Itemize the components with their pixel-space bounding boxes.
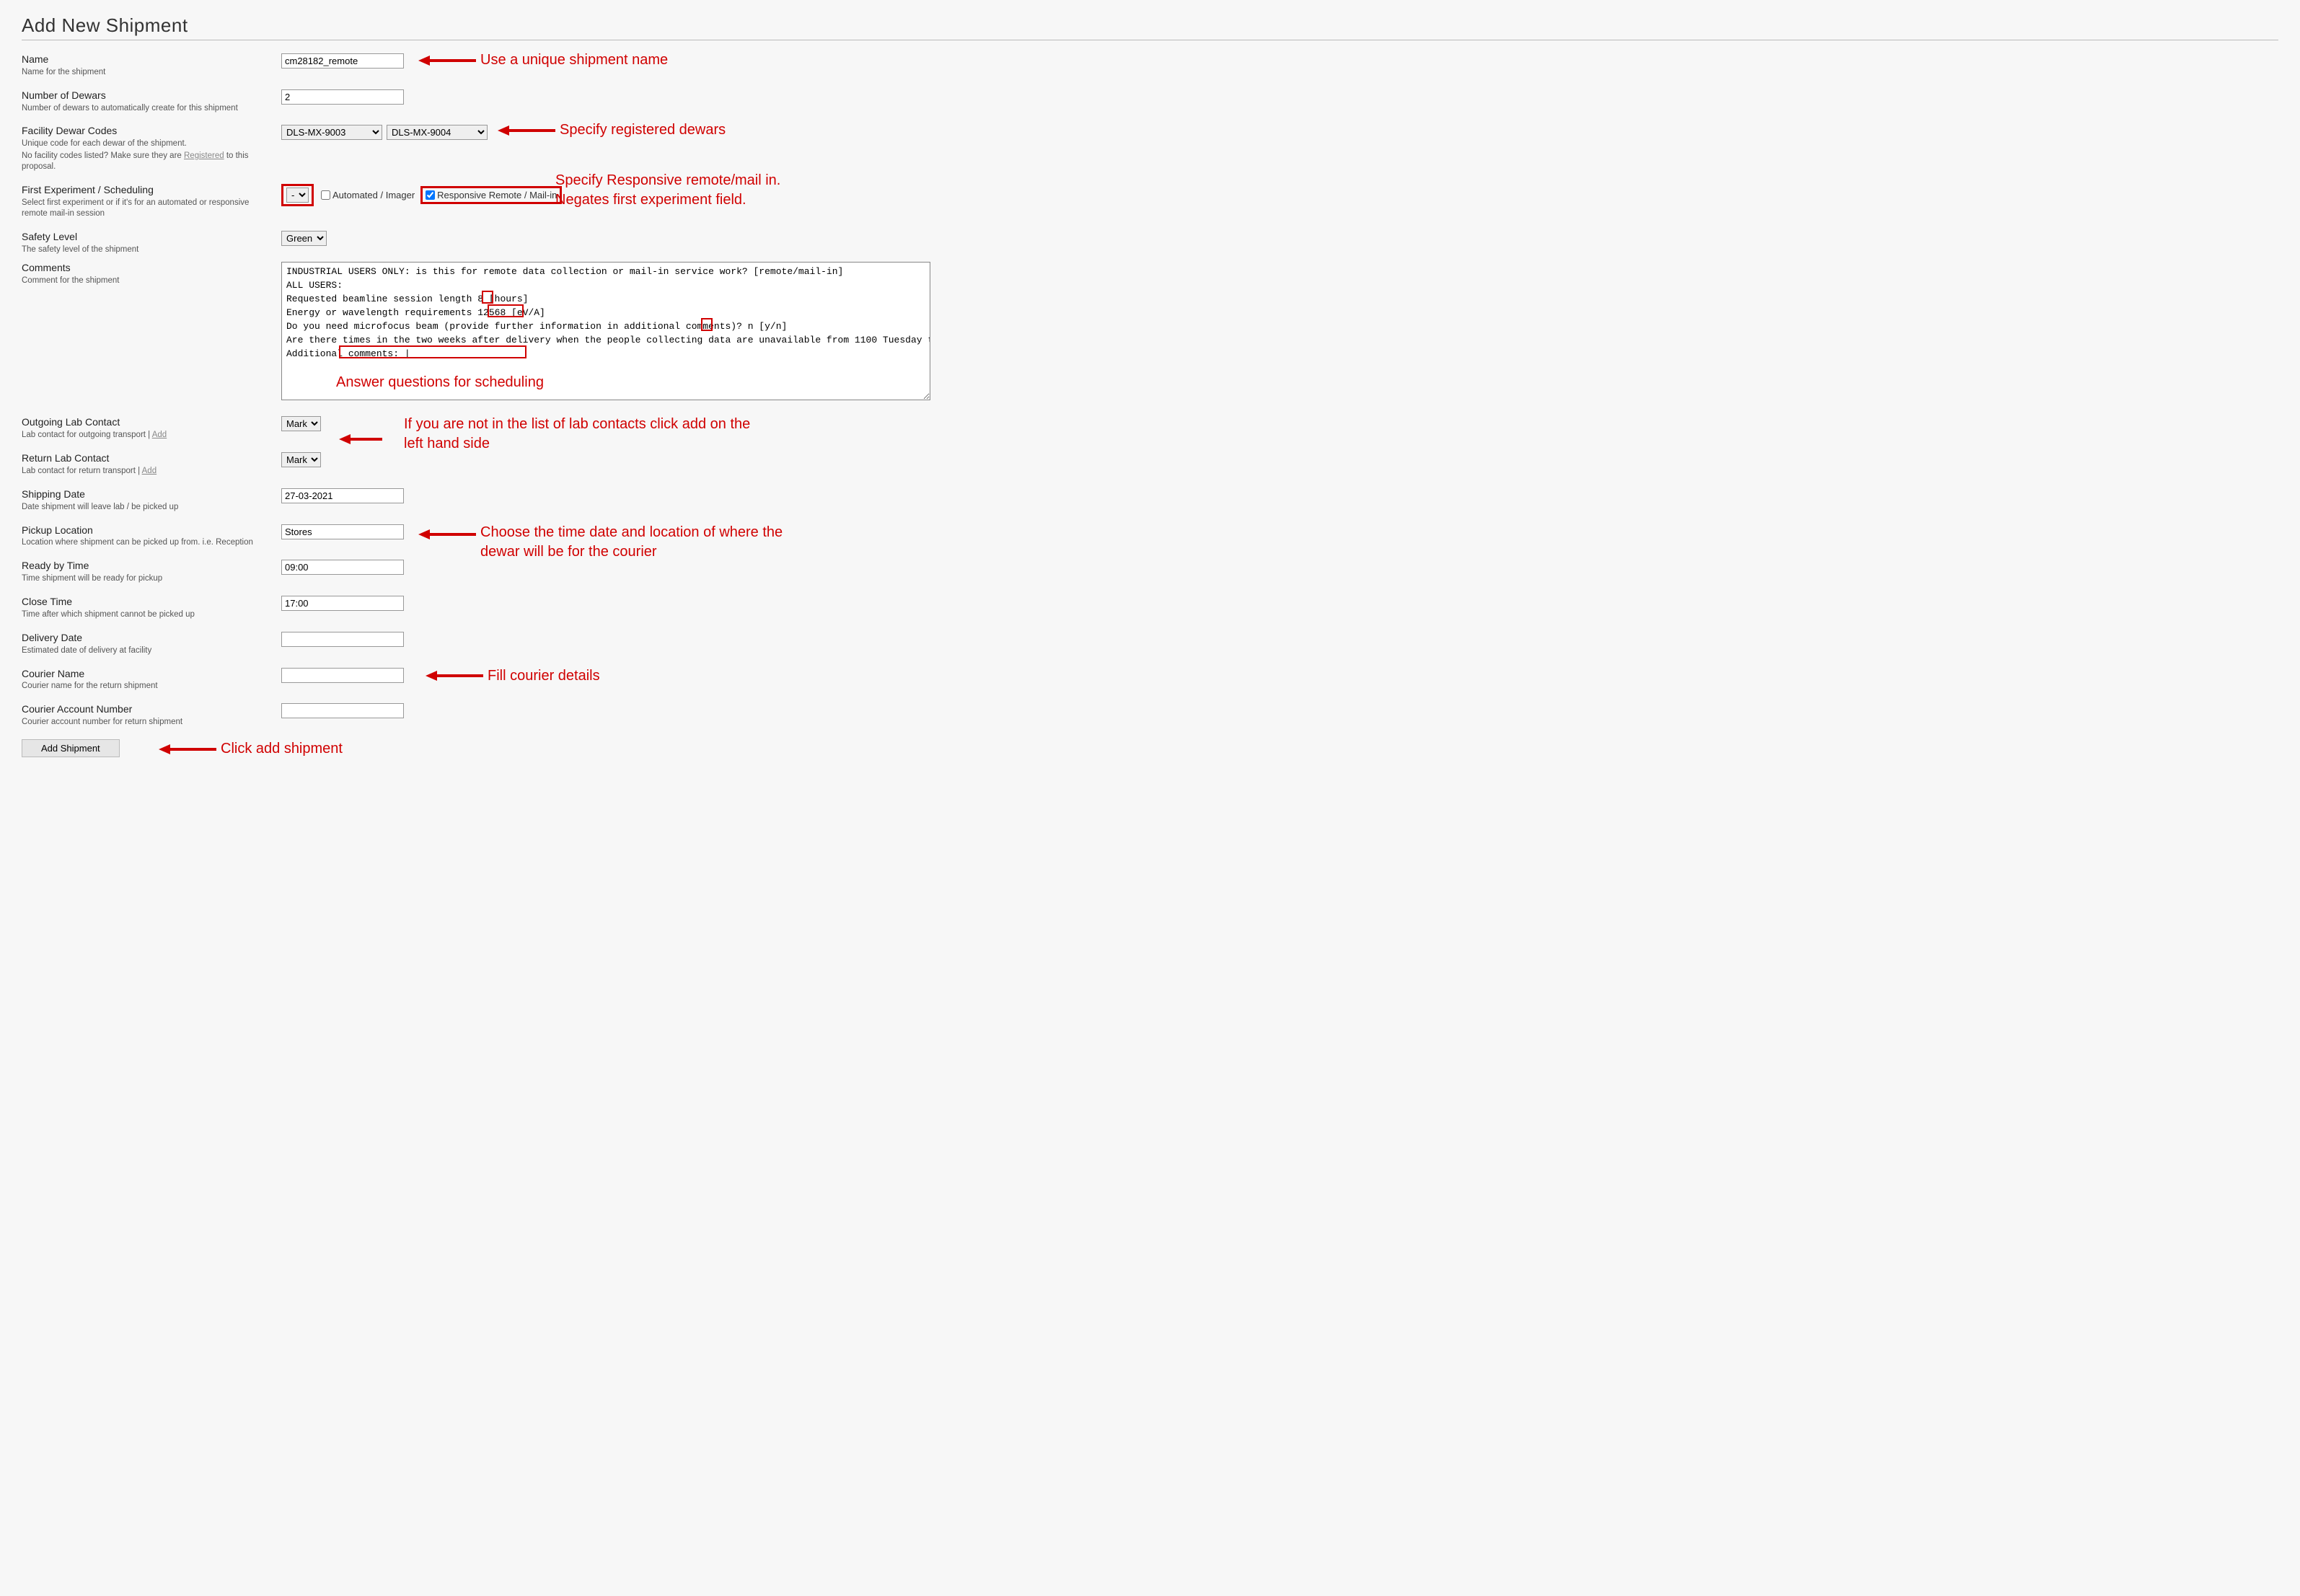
return-contact-hint: Lab contact for return transport | Add bbox=[22, 466, 267, 477]
row-num-dewars: Number of Dewars Number of dewars to aut… bbox=[22, 89, 2278, 114]
num-dewars-label: Number of Dewars bbox=[22, 89, 267, 102]
arrow-icon bbox=[418, 53, 476, 68]
arrow-icon bbox=[339, 432, 382, 446]
annotation-name: Use a unique shipment name bbox=[480, 50, 668, 70]
row-comments: Comments Comment for the shipment INDUST… bbox=[22, 262, 2278, 400]
facility-code-select-2[interactable]: DLS-MX-9004 bbox=[387, 125, 488, 140]
row-shipping-date: Shipping Date Date shipment will leave l… bbox=[22, 488, 2278, 513]
arrow-icon bbox=[159, 742, 216, 757]
shipping-date-hint: Date shipment will leave lab / be picked… bbox=[22, 502, 267, 513]
ready-time-hint: Time shipment will be ready for pickup bbox=[22, 573, 267, 584]
close-time-label: Close Time bbox=[22, 596, 267, 608]
name-label: Name bbox=[22, 53, 267, 66]
annotation-dewars: Specify registered dewars bbox=[560, 120, 726, 140]
annotation-courier: Fill courier details bbox=[488, 666, 600, 686]
row-submit: Add Shipment Click add shipment bbox=[22, 739, 2278, 757]
ready-time-label: Ready by Time bbox=[22, 560, 267, 572]
comments-label: Comments bbox=[22, 262, 267, 274]
arrow-icon bbox=[498, 123, 555, 138]
facility-code-select-1[interactable]: DLS-MX-9003 bbox=[281, 125, 382, 140]
row-delivery-date: Delivery Date Estimated date of delivery… bbox=[22, 632, 2278, 656]
responsive-checkbox[interactable] bbox=[426, 190, 435, 200]
row-safety: Safety Level The safety level of the shi… bbox=[22, 231, 2278, 255]
first-exp-highlight-box: - bbox=[281, 184, 314, 206]
row-facility-codes: Facility Dewar Codes Unique code for eac… bbox=[22, 125, 2278, 172]
responsive-highlight-box: Responsive Remote / Mail-in bbox=[420, 186, 562, 204]
courier-account-input[interactable] bbox=[281, 703, 404, 718]
annotation-submit: Click add shipment bbox=[221, 739, 343, 759]
facility-codes-label: Facility Dewar Codes bbox=[22, 125, 267, 137]
row-ready-time: Ready by Time Time shipment will be read… bbox=[22, 560, 2278, 584]
annotation-pickup: Choose the time date and location of whe… bbox=[480, 523, 812, 562]
num-dewars-hint: Number of dewars to automatically create… bbox=[22, 103, 267, 114]
delivery-date-label: Delivery Date bbox=[22, 632, 267, 644]
registered-link[interactable]: Registered bbox=[184, 151, 224, 160]
first-exp-hint: Select first experiment or if it's for a… bbox=[22, 198, 267, 219]
automated-label: Automated / Imager bbox=[332, 190, 415, 200]
row-courier-name: Courier Name Courier name for the return… bbox=[22, 668, 2278, 692]
pickup-location-input[interactable] bbox=[281, 524, 404, 539]
courier-account-hint: Courier account number for return shipme… bbox=[22, 717, 267, 728]
shipping-date-input[interactable] bbox=[281, 488, 404, 503]
safety-label: Safety Level bbox=[22, 231, 267, 243]
facility-codes-hint-b: No facility codes listed? Make sure they… bbox=[22, 151, 267, 172]
row-pickup-location: Pickup Location Location where shipment … bbox=[22, 524, 2278, 549]
outgoing-contact-hint: Lab contact for outgoing transport | Add bbox=[22, 430, 267, 441]
add-shipment-button[interactable]: Add Shipment bbox=[22, 739, 120, 757]
comments-hint: Comment for the shipment bbox=[22, 275, 267, 286]
return-add-link[interactable]: Add bbox=[142, 467, 157, 475]
name-hint: Name for the shipment bbox=[22, 67, 267, 78]
outgoing-add-link[interactable]: Add bbox=[152, 431, 167, 439]
first-exp-select[interactable]: - bbox=[286, 188, 309, 203]
pickup-location-hint: Location where shipment can be picked up… bbox=[22, 537, 267, 548]
close-time-input[interactable] bbox=[281, 596, 404, 611]
return-contact-label: Return Lab Contact bbox=[22, 452, 267, 464]
outgoing-contact-label: Outgoing Lab Contact bbox=[22, 416, 267, 428]
page-title: Add New Shipment bbox=[22, 14, 2278, 37]
delivery-date-hint: Estimated date of delivery at facility bbox=[22, 645, 267, 656]
shipping-date-label: Shipping Date bbox=[22, 488, 267, 501]
facility-codes-hint-a: Unique code for each dewar of the shipme… bbox=[22, 138, 267, 149]
close-time-hint: Time after which shipment cannot be pick… bbox=[22, 609, 267, 620]
row-outgoing-contact: Outgoing Lab Contact Lab contact for out… bbox=[22, 416, 2278, 441]
courier-name-input[interactable] bbox=[281, 668, 404, 683]
name-input[interactable] bbox=[281, 53, 404, 69]
automated-checkbox[interactable] bbox=[321, 190, 330, 200]
safety-select[interactable]: Green bbox=[281, 231, 327, 246]
comments-textarea[interactable]: INDUSTRIAL USERS ONLY: is this for remot… bbox=[281, 262, 930, 400]
responsive-label: Responsive Remote / Mail-in bbox=[437, 190, 557, 200]
delivery-date-input[interactable] bbox=[281, 632, 404, 647]
arrow-icon bbox=[426, 669, 483, 683]
pickup-location-label: Pickup Location bbox=[22, 524, 267, 537]
row-first-experiment: First Experiment / Scheduling Select fir… bbox=[22, 184, 2278, 219]
courier-name-label: Courier Name bbox=[22, 668, 267, 680]
outgoing-contact-select[interactable]: Mark bbox=[281, 416, 321, 431]
courier-account-label: Courier Account Number bbox=[22, 703, 267, 715]
annotation-contacts: If you are not in the list of lab contac… bbox=[404, 415, 765, 454]
row-return-contact: Return Lab Contact Lab contact for retur… bbox=[22, 452, 2278, 477]
ready-time-input[interactable] bbox=[281, 560, 404, 575]
row-close-time: Close Time Time after which shipment can… bbox=[22, 596, 2278, 620]
row-name: Name Name for the shipment Use a unique … bbox=[22, 53, 2278, 78]
safety-hint: The safety level of the shipment bbox=[22, 244, 267, 255]
row-courier-account: Courier Account Number Courier account n… bbox=[22, 703, 2278, 728]
return-contact-select[interactable]: Mark bbox=[281, 452, 321, 467]
arrow-icon bbox=[418, 527, 476, 542]
annotation-responsive: Specify Responsive remote/mail in. Negat… bbox=[555, 171, 780, 210]
courier-name-hint: Courier name for the return shipment bbox=[22, 681, 267, 692]
first-exp-label: First Experiment / Scheduling bbox=[22, 184, 267, 196]
num-dewars-input[interactable] bbox=[281, 89, 404, 105]
